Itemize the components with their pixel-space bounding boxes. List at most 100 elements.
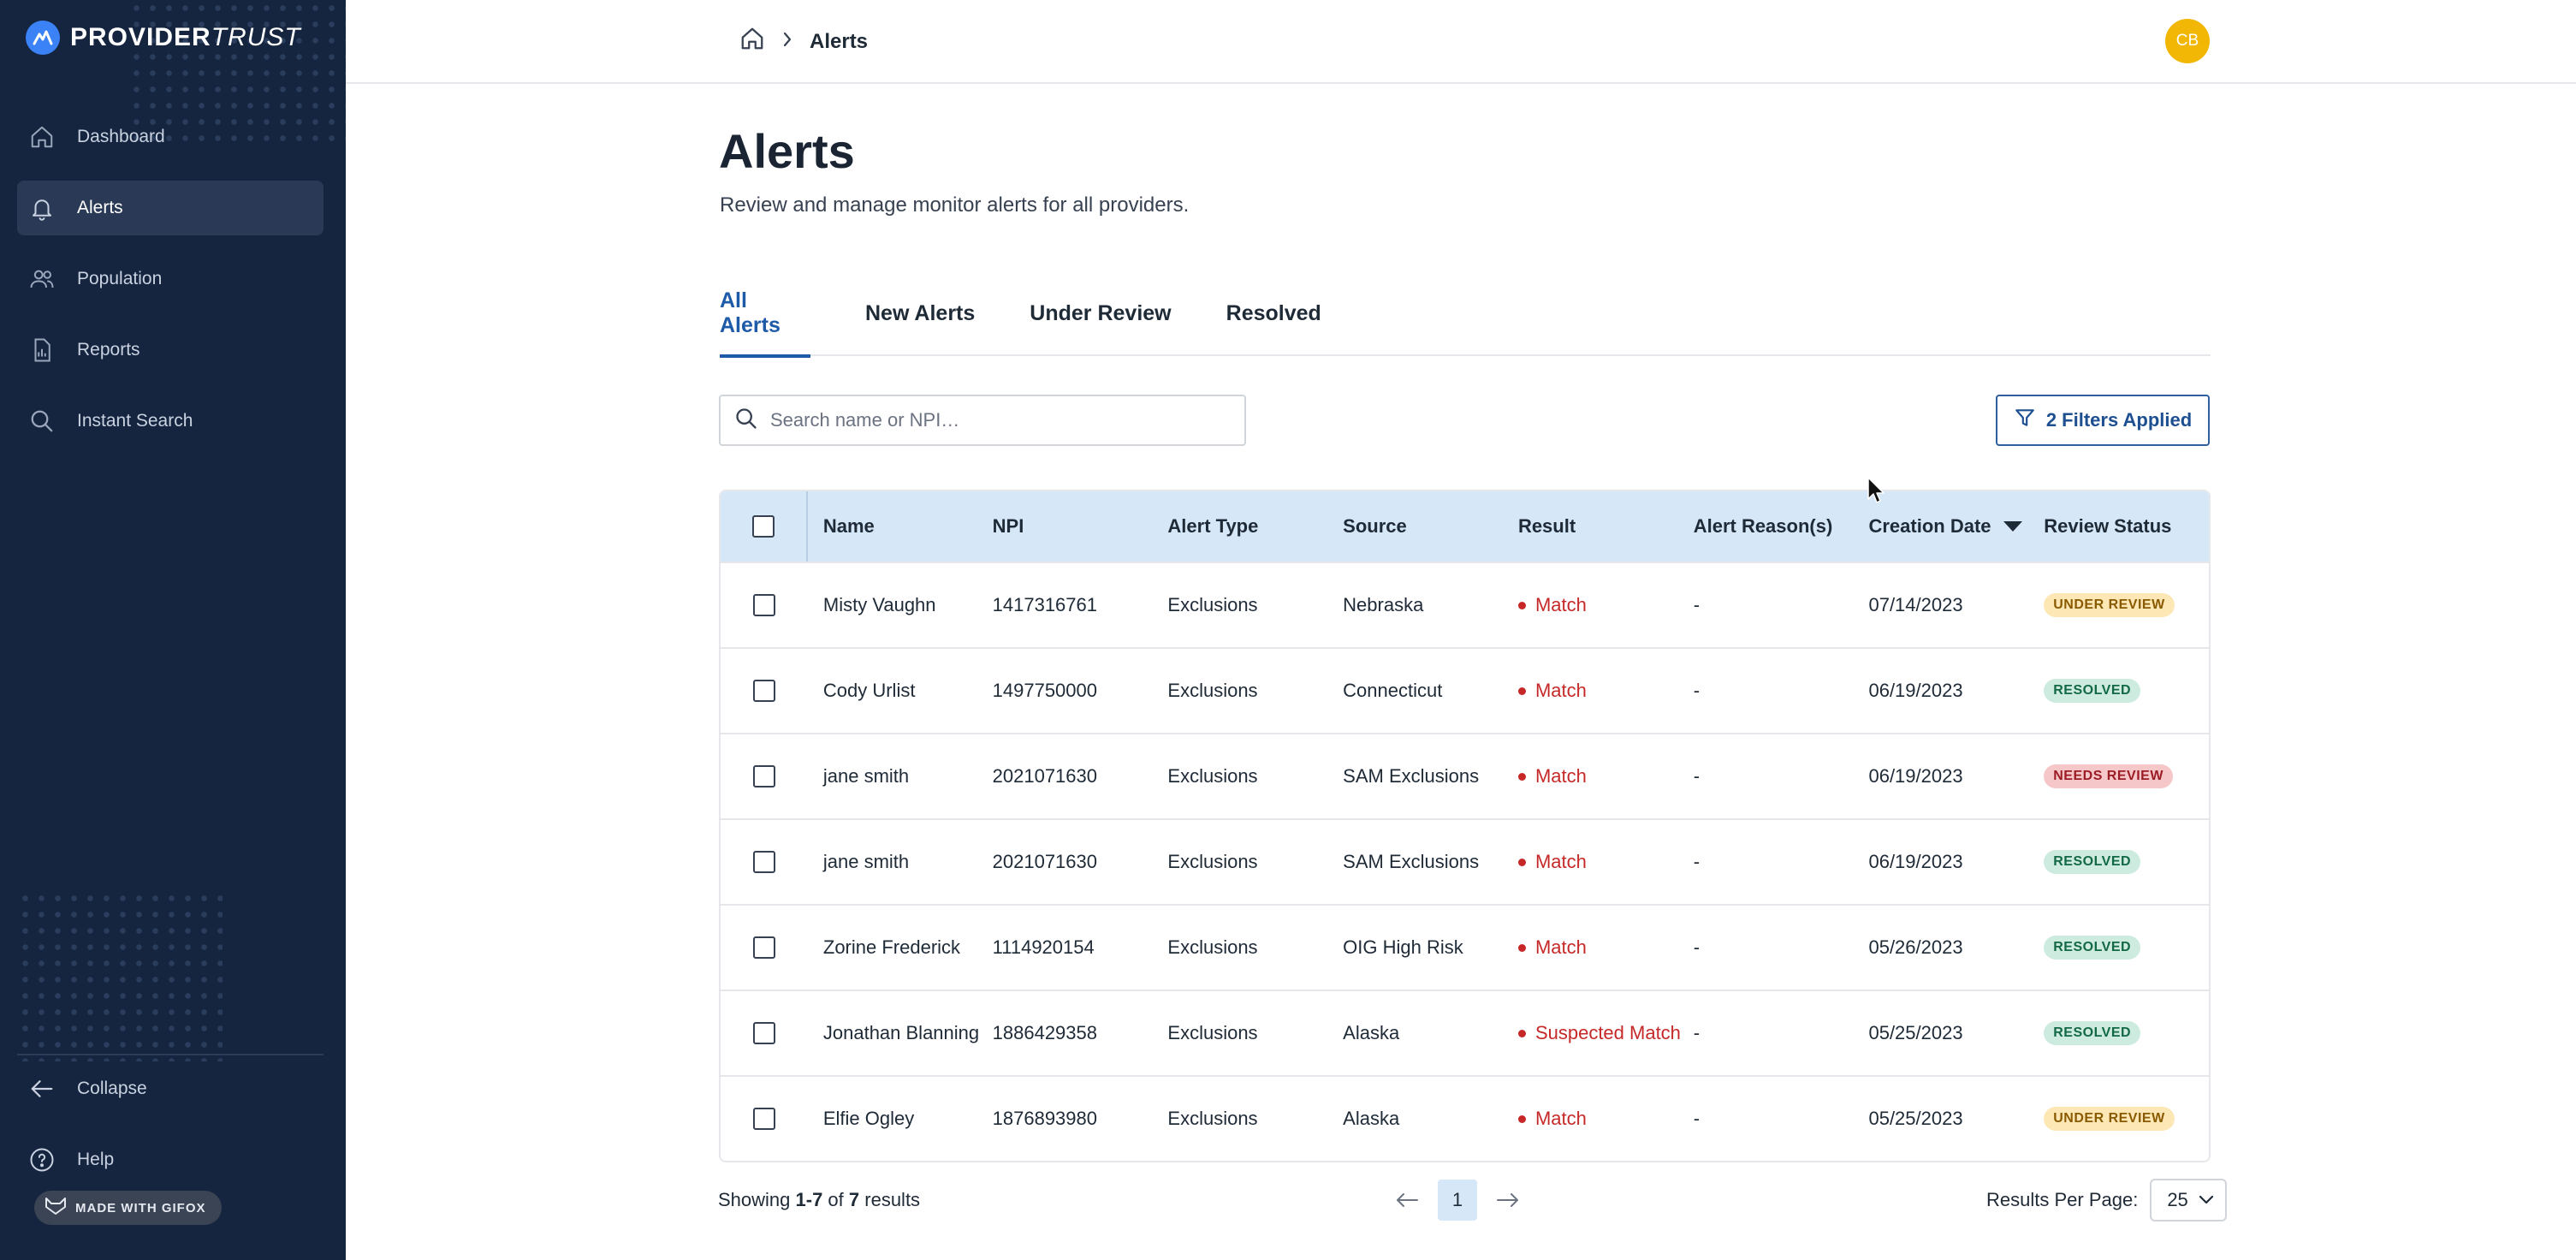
bell-icon — [27, 193, 56, 223]
collapse-button[interactable]: Collapse — [17, 1063, 323, 1114]
column-header-alert-reasons[interactable]: Alert Reason(s) — [1683, 491, 1859, 562]
table-row[interactable]: Zorine Frederick 1114920154 Exclusions OIG … — [721, 904, 2209, 990]
cell-alert-reason: - — [1693, 1022, 1701, 1043]
tab-all-alerts[interactable]: All Alerts — [720, 270, 810, 358]
cell-alert-type: Exclusions — [1167, 1108, 1258, 1129]
result-dot-icon — [1517, 1029, 1526, 1037]
sidebar-item-label: Population — [77, 269, 163, 288]
cell-creation-date: 06/19/2023 — [1868, 765, 1963, 787]
cell-name: jane smith — [822, 851, 910, 872]
results-per-page-select[interactable]: 25 — [2150, 1179, 2228, 1221]
table-row[interactable]: Elfie Ogley 1876893980 Exclusions Alaska Mat… — [721, 1075, 2209, 1161]
row-checkbox[interactable] — [752, 594, 775, 616]
select-all-cell — [721, 491, 808, 562]
status-badge: RESOLVED — [2044, 850, 2141, 874]
column-header-review-status[interactable]: Review Status — [2033, 491, 2209, 562]
cell-alert-reason: - — [1693, 765, 1701, 787]
fox-icon — [45, 1197, 67, 1219]
table-row[interactable]: Misty Vaughn 1417316761 Exclusions Nebraska… — [721, 562, 2209, 647]
sidebar-nav: Dashboard Alerts Population Reports Inst… — [17, 110, 323, 465]
row-checkbox[interactable] — [752, 765, 775, 788]
help-button[interactable]: Help — [17, 1134, 323, 1186]
cell-name: Elfie Ogley — [822, 1108, 915, 1129]
filters-button[interactable]: 2 Filters Applied — [1996, 395, 2210, 446]
row-checkbox[interactable] — [752, 1108, 775, 1130]
cell-review-status: RESOLVED — [2033, 991, 2209, 1075]
status-badge: NEEDS REVIEW — [2044, 764, 2173, 788]
sidebar-item-population[interactable]: Population — [17, 252, 323, 306]
column-header-npi[interactable]: NPI — [982, 491, 1158, 562]
row-select-cell — [721, 649, 808, 733]
tab-resolved[interactable]: Resolved — [1226, 270, 1321, 356]
sidebar-item-alerts[interactable]: Alerts — [17, 181, 323, 235]
cell-name: Misty Vaughn — [822, 594, 936, 615]
cell-npi: 1114920154 — [992, 936, 1095, 958]
cell-source: SAM Exclusions — [1343, 765, 1480, 787]
main-content: Alerts Review and manage monitor alerts … — [346, 84, 2576, 1260]
column-header-result[interactable]: Result — [1508, 491, 1683, 562]
sidebar-item-instant-search[interactable]: Instant Search — [17, 394, 323, 449]
sidebar-item-label: Instant Search — [77, 411, 193, 431]
search-input[interactable] — [770, 409, 1215, 431]
cell-name: Cody Urlist — [822, 680, 916, 701]
cell-npi: 2021071630 — [992, 765, 1097, 787]
result-dot-icon — [1517, 1114, 1526, 1123]
tab-new-alerts[interactable]: New Alerts — [865, 270, 975, 356]
search-icon — [27, 407, 56, 436]
cell-source: Alaska — [1343, 1022, 1400, 1043]
search-icon — [734, 407, 758, 435]
cell-npi: 1886429358 — [992, 1022, 1097, 1043]
previous-page-arrow-icon[interactable] — [1392, 1181, 1422, 1219]
result-dot-icon — [1517, 943, 1526, 952]
column-header-source[interactable]: Source — [1333, 491, 1508, 562]
cell-result: Match — [1508, 906, 1683, 990]
column-header-label: Creation Date — [1868, 515, 1991, 537]
avatar[interactable]: CB — [2165, 19, 2210, 63]
row-checkbox[interactable] — [752, 851, 775, 873]
sidebar-item-dashboard[interactable]: Dashboard — [17, 110, 323, 164]
cell-source: Alaska — [1343, 1108, 1400, 1129]
table-header: Name NPI Alert Type Source Result Alert … — [721, 491, 2209, 562]
select-all-checkbox[interactable] — [751, 515, 775, 538]
result-text: Match — [1534, 594, 1587, 615]
row-checkbox[interactable] — [752, 680, 775, 702]
cell-review-status: UNDER REVIEW — [2033, 563, 2209, 647]
page-1-button[interactable]: 1 — [1438, 1180, 1477, 1221]
cell-review-status: RESOLVED — [2033, 820, 2209, 904]
row-checkbox[interactable] — [752, 1022, 775, 1044]
help-label: Help — [77, 1150, 115, 1169]
sort-descending-icon — [2003, 521, 2022, 532]
cell-source: OIG High Risk — [1343, 936, 1463, 958]
table-row[interactable]: Cody Urlist 1497750000 Exclusions Connectic… — [721, 647, 2209, 733]
brand-logo[interactable]: PROVIDERTRUST — [26, 19, 301, 56]
table-row[interactable]: jane smith 2021071630 Exclusions SAM Exclus… — [721, 733, 2209, 818]
cell-npi: 1417316761 — [992, 594, 1097, 615]
sidebar-item-reports[interactable]: Reports — [17, 323, 323, 377]
search-box[interactable] — [719, 395, 1246, 446]
breadcrumb-home-icon[interactable] — [739, 26, 765, 57]
next-page-arrow-icon[interactable] — [1493, 1181, 1523, 1219]
result-dot-icon — [1517, 858, 1526, 866]
cell-name: Zorine Frederick — [822, 936, 961, 958]
cell-source: Nebraska — [1343, 594, 1424, 615]
cell-result: Match — [1508, 734, 1683, 818]
table-row[interactable]: Jonathan Blanning 1886429358 Exclusions Ala… — [721, 990, 2209, 1075]
cell-creation-date: 06/19/2023 — [1868, 680, 1963, 701]
row-select-cell — [721, 563, 808, 647]
table-row[interactable]: jane smith 2021071630 Exclusions SAM Exclus… — [721, 818, 2209, 904]
tab-under-review[interactable]: Under Review — [1030, 270, 1171, 356]
result-text: Match — [1534, 851, 1587, 872]
status-badge: RESOLVED — [2044, 679, 2141, 703]
column-header-name[interactable]: Name — [808, 491, 982, 562]
cell-alert-reason: - — [1693, 936, 1701, 958]
sidebar-item-label: Reports — [77, 340, 140, 360]
row-select-cell — [721, 991, 808, 1075]
help-icon — [27, 1145, 56, 1174]
column-header-alert-type[interactable]: Alert Type — [1157, 491, 1333, 562]
row-checkbox[interactable] — [752, 936, 775, 959]
result-text: Match — [1534, 1108, 1587, 1129]
result-dot-icon — [1517, 772, 1526, 781]
cell-creation-date: 05/25/2023 — [1868, 1022, 1963, 1043]
filters-label: 2 Filters Applied — [2045, 409, 2193, 431]
table-body: Misty Vaughn 1417316761 Exclusions Nebraska… — [721, 562, 2209, 1161]
